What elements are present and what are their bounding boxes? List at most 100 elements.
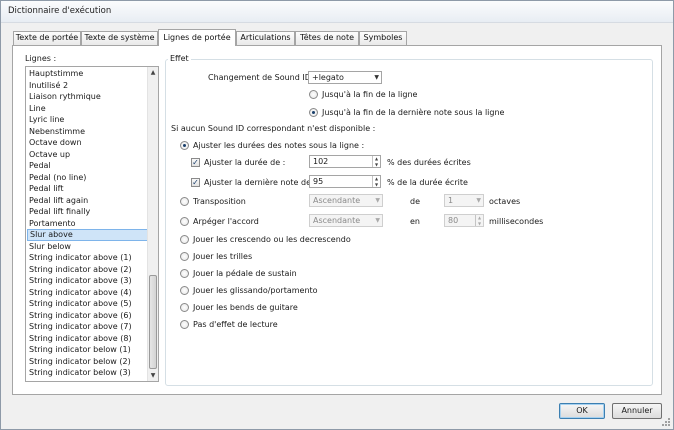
- list-item[interactable]: Pedal lift again: [27, 195, 148, 207]
- adjust-duration-label: Ajuster la durée de :: [204, 158, 286, 167]
- radio-glissando[interactable]: [180, 286, 189, 295]
- transposition-octave-combo[interactable]: 1 ▼: [444, 194, 484, 207]
- adjust-duration-spinner[interactable]: 102 ▲ ▼: [309, 155, 381, 168]
- adjust-last-unit: % de la durée écrite: [387, 178, 468, 187]
- transposition-unit: octaves: [489, 197, 521, 206]
- chevron-down-icon: ▼: [476, 197, 481, 204]
- list-item[interactable]: Slur below: [27, 241, 148, 253]
- spinner-buttons[interactable]: ▲ ▼: [372, 156, 380, 167]
- glissando-label: Jouer les glissando/portamento: [193, 286, 318, 295]
- adjust-last-value: 95: [313, 177, 324, 186]
- transposition-direction-combo[interactable]: Ascendante ▼: [309, 194, 383, 207]
- cancel-button[interactable]: Annuler: [612, 403, 662, 419]
- list-item[interactable]: String indicator above (8): [27, 333, 148, 345]
- adjust-last-label: Ajuster la dernière note de :: [204, 178, 317, 187]
- scroll-down-icon[interactable]: ▼: [148, 370, 158, 381]
- lines-listbox[interactable]: Hauptstimme Inutilisé 2 Liaison rythmique L…: [25, 66, 159, 382]
- list-item[interactable]: Octave down: [27, 137, 148, 149]
- list-item[interactable]: Pedal: [27, 160, 148, 172]
- list-scrollbar[interactable]: ▲ ▼: [147, 67, 158, 381]
- transposition-label: Transposition: [193, 197, 246, 206]
- arpeggio-spinner[interactable]: 80 ▲ ▼: [444, 214, 484, 227]
- sound-id-label: Changement de Sound ID :: [208, 73, 317, 82]
- ok-button[interactable]: OK: [559, 403, 605, 419]
- tab-articulations[interactable]: Articulations: [236, 31, 295, 45]
- list-item[interactable]: Hauptstimme: [27, 68, 148, 80]
- spin-down-icon[interactable]: ▼: [373, 162, 380, 167]
- arpeggio-direction-combo[interactable]: Ascendante ▼: [309, 214, 383, 227]
- crescendo-label: Jouer les crescendo ou les decrescendo: [193, 235, 351, 244]
- sound-id-value: +legato: [312, 73, 344, 82]
- list-item[interactable]: String indicator above (1): [27, 252, 148, 264]
- list-item[interactable]: Nebenstimme: [27, 126, 148, 138]
- tab-texte-de-systeme[interactable]: Texte de système: [81, 31, 158, 45]
- spinner-buttons[interactable]: ▲ ▼: [372, 176, 380, 187]
- adjust-duration-checkbox[interactable]: ✓: [191, 158, 200, 167]
- radio-crescendo[interactable]: [180, 235, 189, 244]
- title-bar: Dictionnaire d'exécution: [1, 1, 673, 23]
- radio-adjust-durations[interactable]: [180, 141, 189, 150]
- adjust-last-spinner[interactable]: 95 ▲ ▼: [309, 175, 381, 188]
- scroll-up-icon[interactable]: ▲: [148, 67, 158, 78]
- list-item[interactable]: Pedal lift: [27, 183, 148, 195]
- tab-texte-de-portee[interactable]: Texte de portée: [13, 31, 81, 45]
- radio-trills[interactable]: [180, 252, 189, 261]
- list-item[interactable]: Lyric line: [27, 114, 148, 126]
- scroll-thumb[interactable]: [149, 275, 157, 369]
- bends-label: Jouer les bends de guitare: [193, 303, 298, 312]
- list-item[interactable]: String indicator above (5): [27, 298, 148, 310]
- resize-grip-icon[interactable]: [661, 417, 671, 427]
- list-item[interactable]: String indicator below (2): [27, 356, 148, 368]
- radio-sustain[interactable]: [180, 269, 189, 278]
- radio-arpeggio[interactable]: [180, 217, 189, 226]
- spin-up-icon[interactable]: ▲: [373, 176, 380, 181]
- chevron-down-icon: ▼: [375, 217, 380, 224]
- sustain-label: Jouer la pédale de sustain: [193, 269, 297, 278]
- arpeggio-unit: millisecondes: [489, 217, 544, 226]
- arpeggio-value: 80: [448, 216, 459, 225]
- radio-no-effect[interactable]: [180, 320, 189, 329]
- list-item[interactable]: Liaison rythmique: [27, 91, 148, 103]
- list-item[interactable]: String indicator above (2): [27, 264, 148, 276]
- until-last-note-label: Jusqu'à la fin de la dernière note sous …: [322, 108, 505, 117]
- transposition-octave-value: 1: [448, 196, 454, 205]
- chevron-down-icon: ▼: [374, 74, 379, 81]
- list-item[interactable]: Line: [27, 103, 148, 115]
- list-item[interactable]: String indicator above (6): [27, 310, 148, 322]
- list-item[interactable]: Octave up: [27, 149, 148, 161]
- tab-lignes-de-portee[interactable]: Lignes de portée: [158, 29, 236, 46]
- list-item[interactable]: String indicator above (7): [27, 321, 148, 333]
- radio-until-end-line[interactable]: [309, 90, 318, 99]
- sound-id-combo[interactable]: +legato ▼: [308, 71, 382, 84]
- spin-down-icon[interactable]: ▼: [476, 221, 483, 226]
- tab-tetes-de-note[interactable]: Têtes de note: [295, 31, 359, 45]
- until-end-line-label: Jusqu'à la fin de la ligne: [322, 90, 418, 99]
- radio-until-last-note[interactable]: [309, 108, 318, 117]
- transposition-of-label: de: [410, 197, 420, 206]
- list-item[interactable]: String indicator below (3): [27, 367, 148, 379]
- adjust-last-checkbox[interactable]: ✓: [191, 178, 200, 187]
- fallback-label: Si aucun Sound ID correspondant n'est di…: [171, 124, 376, 133]
- list-item[interactable]: Slur above: [27, 229, 148, 241]
- list-item[interactable]: String indicator above (3): [27, 275, 148, 287]
- radio-transposition[interactable]: [180, 197, 189, 206]
- spin-down-icon[interactable]: ▼: [373, 182, 380, 187]
- list-item[interactable]: Pedal (no line): [27, 172, 148, 184]
- effect-group-title: Effet: [168, 54, 191, 63]
- list-item[interactable]: String indicator below (1): [27, 344, 148, 356]
- tab-panel: Lignes : Hauptstimme Inutilisé 2 Liaison r…: [12, 45, 662, 395]
- radio-bends[interactable]: [180, 303, 189, 312]
- dictionary-window: Dictionnaire d'exécution Texte de portée…: [0, 0, 674, 430]
- spinner-buttons[interactable]: ▲ ▼: [475, 215, 483, 226]
- arpeggio-direction-value: Ascendante: [313, 216, 361, 225]
- arpeggio-in-label: en: [410, 217, 420, 226]
- spin-up-icon[interactable]: ▲: [373, 156, 380, 161]
- no-effect-label: Pas d'effet de lecture: [193, 320, 278, 329]
- list-item[interactable]: Pedal lift finally: [27, 206, 148, 218]
- spin-up-icon[interactable]: ▲: [476, 215, 483, 220]
- list-item[interactable]: String indicator above (4): [27, 287, 148, 299]
- tab-symboles[interactable]: Symboles: [359, 31, 407, 45]
- window-title: Dictionnaire d'exécution: [8, 6, 112, 16]
- list-item[interactable]: Inutilisé 2: [27, 80, 148, 92]
- list-item[interactable]: Portamento: [27, 218, 148, 230]
